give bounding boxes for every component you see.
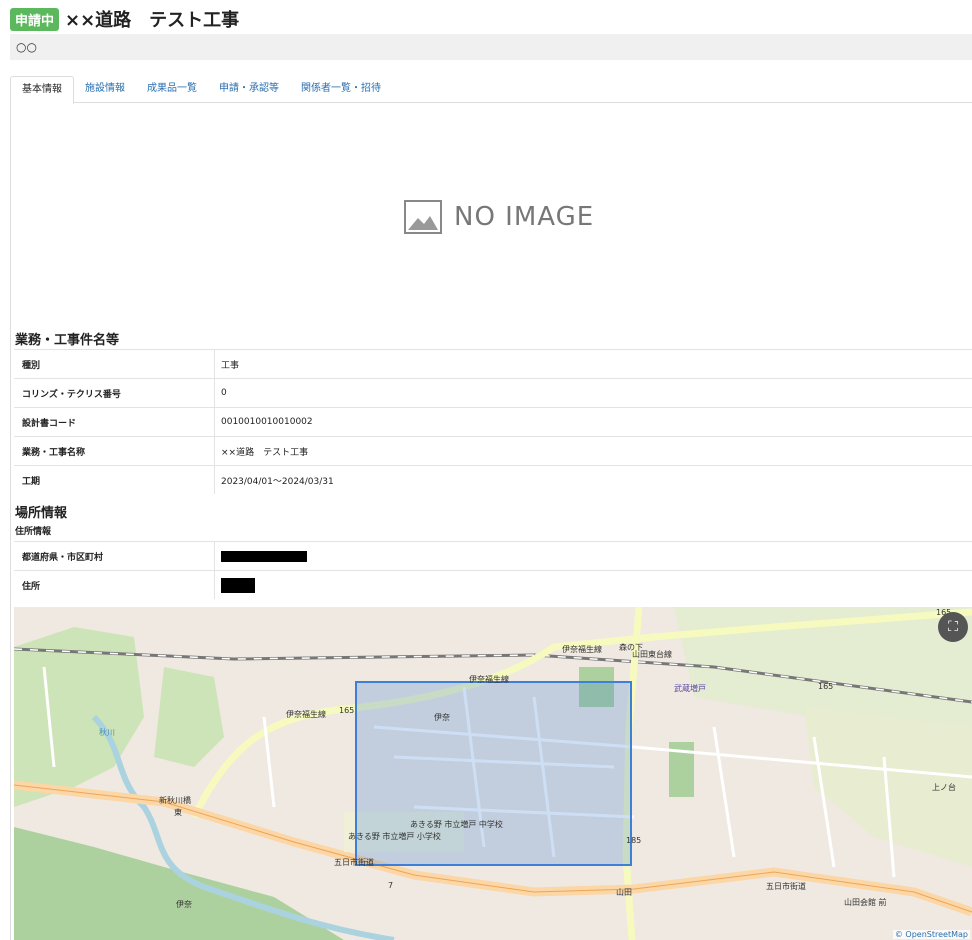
redacted-block bbox=[221, 577, 255, 593]
map-label: 上ノ台 bbox=[932, 782, 956, 792]
address-table: 都道府県・市区町村 住所 bbox=[14, 541, 972, 599]
row-value: 0010010010010002 bbox=[214, 407, 972, 437]
no-image-label: NO IMAGE bbox=[454, 202, 595, 232]
map-label: あきる野 市立増戸 小学校 bbox=[348, 831, 441, 841]
tab-applications[interactable]: 申請・承認等 bbox=[208, 76, 290, 102]
map-label: 伊奈 bbox=[176, 899, 192, 909]
map-canvas: 伊奈福生線 伊奈福生線 伊奈福生線 森の下 山田東台線 武蔵増戸 伊奈 新秋川橋… bbox=[14, 607, 972, 940]
row-value: 0 bbox=[214, 378, 972, 408]
map-label: 五日市街道 bbox=[766, 881, 806, 891]
fullscreen-icon[interactable]: ⛶ bbox=[938, 612, 968, 642]
status-badge: 申請中 bbox=[10, 7, 60, 31]
section-title-location: 場所情報 bbox=[15, 506, 68, 521]
map-label: 伊奈福生線 bbox=[469, 674, 509, 684]
map-label: 山田東台線 bbox=[632, 649, 672, 659]
image-icon bbox=[404, 200, 442, 234]
table-row: 都道府県・市区町村 bbox=[14, 541, 972, 571]
table-row: 業務・工事名称 ××道路 テスト工事 bbox=[14, 436, 972, 466]
table-row: 住所 bbox=[14, 570, 972, 599]
tab-bar: 基本情報 施設情報 成果品一覧 申請・承認等 関係者一覧・招待 bbox=[10, 76, 972, 104]
tab-basic-info[interactable]: 基本情報 bbox=[10, 76, 74, 104]
row-label: コリンズ・テクリス番号 bbox=[14, 378, 215, 408]
map-label: 五日市街道 bbox=[334, 857, 374, 867]
table-row: 種別 工事 bbox=[14, 349, 972, 379]
row-label: 業務・工事名称 bbox=[14, 436, 215, 466]
map-label: 山田 bbox=[616, 887, 632, 897]
row-value bbox=[214, 541, 972, 571]
map-label: 東 bbox=[174, 807, 182, 817]
tab-facility-info[interactable]: 施設情報 bbox=[74, 76, 136, 102]
subtitle-bar: ○○ bbox=[10, 34, 972, 60]
map-label: 185 bbox=[626, 836, 641, 845]
map-label: 165 bbox=[818, 682, 833, 691]
map-label: 武蔵増戸 bbox=[674, 683, 706, 693]
row-value: ××道路 テスト工事 bbox=[214, 436, 972, 466]
table-row: 設計書コード 0010010010010002 bbox=[14, 407, 972, 437]
map-label: 伊奈福生線 bbox=[562, 644, 602, 654]
table-row: 工期 2023/04/01～2024/03/31 bbox=[14, 465, 972, 494]
map-label: 165 bbox=[339, 706, 354, 715]
row-value: 2023/04/01～2024/03/31 bbox=[214, 465, 972, 494]
map-attribution[interactable]: © OpenStreetMap bbox=[892, 930, 970, 939]
project-info-table: 種別 工事 コリンズ・テクリス番号 0 設計書コード 0010010010010002… bbox=[14, 349, 972, 494]
page-title: ××道路 テスト工事 bbox=[65, 10, 240, 31]
row-label: 都道府県・市区町村 bbox=[14, 541, 215, 571]
map-label: 伊奈 bbox=[434, 712, 450, 722]
table-row: コリンズ・テクリス番号 0 bbox=[14, 378, 972, 408]
map-label: 山田会館 前 bbox=[844, 897, 887, 907]
row-label: 設計書コード bbox=[14, 407, 215, 437]
tab-stakeholders[interactable]: 関係者一覧・招待 bbox=[290, 76, 392, 102]
redacted-block bbox=[221, 550, 307, 562]
section-subtitle-address: 住所情報 bbox=[15, 527, 52, 537]
tab-deliverables[interactable]: 成果品一覧 bbox=[136, 76, 208, 102]
row-value bbox=[214, 570, 972, 599]
row-label: 住所 bbox=[14, 570, 215, 599]
location-map[interactable]: 伊奈福生線 伊奈福生線 伊奈福生線 森の下 山田東台線 武蔵増戸 伊奈 新秋川橋… bbox=[14, 607, 972, 940]
no-image-placeholder: NO IMAGE bbox=[404, 200, 594, 234]
map-label: 伊奈福生線 bbox=[286, 709, 326, 719]
row-value: 工事 bbox=[214, 349, 972, 379]
row-label: 種別 bbox=[14, 349, 215, 379]
section-title-project: 業務・工事件名等 bbox=[15, 333, 120, 348]
page-header: 申請中 ××道路 テスト工事 bbox=[10, 6, 239, 32]
map-label: 新秋川橋 bbox=[159, 795, 191, 805]
map-label: あきる野 市立増戸 中学校 bbox=[410, 819, 503, 829]
map-label: 秋川 bbox=[99, 727, 115, 737]
row-label: 工期 bbox=[14, 465, 215, 494]
map-label: 7 bbox=[388, 881, 393, 890]
